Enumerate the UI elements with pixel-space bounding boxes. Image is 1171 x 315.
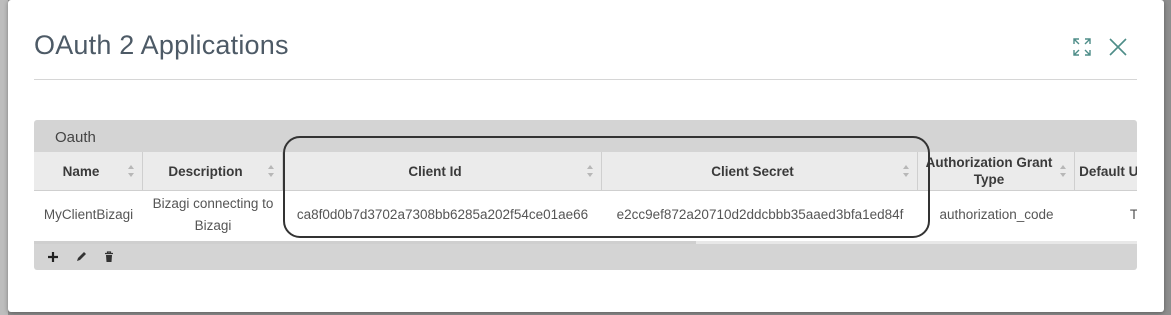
sort-icon [1060,165,1066,177]
column-header-client-id[interactable]: Client Id [283,152,602,190]
column-label: Client Secret [711,163,794,179]
applications-table: Name Description Client Id Client Secret… [34,152,1137,241]
dialog-header-actions [1071,36,1129,58]
trash-icon[interactable] [100,248,118,266]
oauth-applications-dialog: OAuth 2 Applications Oauth Name Descript… [8,0,1164,312]
cell-grant-type: authorization_code [939,207,1054,222]
dialog-title: OAuth 2 Applications [34,30,289,60]
cell-client-secret: e2cc9ef872a20710d2ddcbbb35aaed3bfa1ed84f [616,207,904,222]
table-header-row: Name Description Client Id Client Secret… [34,152,1137,191]
column-label: Default Username [1079,163,1137,179]
column-label: Client Id [408,163,462,179]
table-row[interactable]: MyClientBizagi Bizagi connecting to Biza… [34,191,1137,239]
panel-title: Oauth [55,129,96,146]
header-divider [34,79,1137,80]
column-label: Description [168,163,243,179]
cell-client-id: ca8f0d0b7d3702a7308bb6285a202f54ce01ae66 [296,207,589,222]
sort-icon [268,165,274,177]
column-label: Authorization Grant Type [925,155,1053,187]
scrollbar-thumb[interactable] [34,241,696,244]
maximize-icon[interactable] [1071,36,1093,58]
cell-default-username: To [1129,207,1137,222]
table-toolbar [44,248,118,266]
close-icon[interactable] [1107,36,1129,58]
pencil-icon[interactable] [72,248,90,266]
column-label: Name [62,163,100,179]
modal-backdrop [0,0,8,315]
horizontal-scrollbar[interactable] [34,241,1137,244]
column-header-client-secret[interactable]: Client Secret [602,152,918,190]
column-header-description[interactable]: Description [143,152,283,190]
column-header-grant-type[interactable]: Authorization Grant Type [918,152,1075,190]
oauth-panel: Oauth Name Description Client Id Client … [34,120,1137,270]
sort-icon [128,165,134,177]
plus-icon[interactable] [44,248,62,266]
cell-name: MyClientBizagi [43,207,134,222]
column-header-name[interactable]: Name [34,152,143,190]
sort-icon [903,165,909,177]
sort-icon [587,165,593,177]
column-header-default-username[interactable]: Default Username [1075,152,1137,190]
cell-description: Bizagi connecting to Bizagi [152,196,274,233]
